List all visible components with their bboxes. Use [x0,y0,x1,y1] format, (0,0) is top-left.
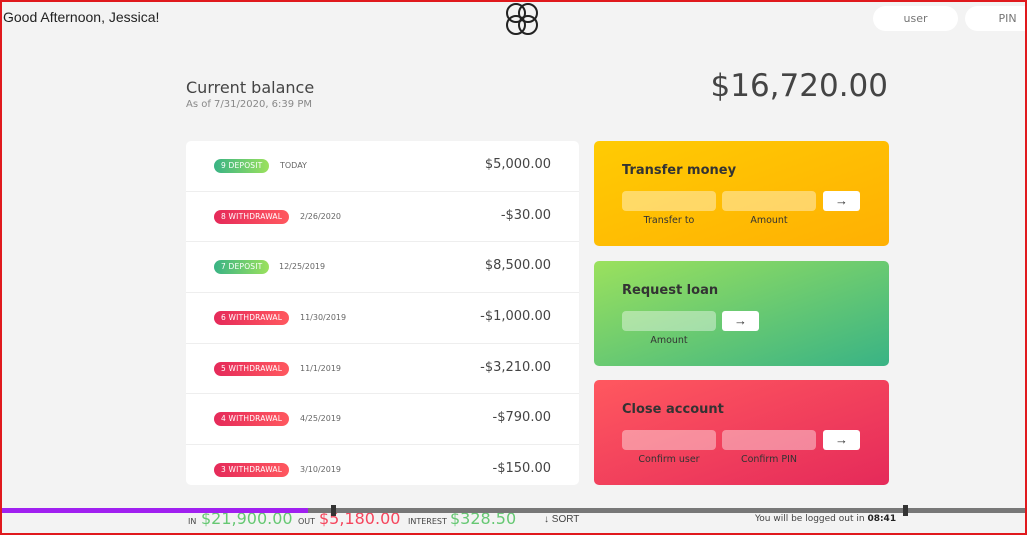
movement-row: 4 WITHDRAWAL 4/25/2019 -$790.00 [186,394,579,446]
balance-label: Current balance [186,78,315,97]
logout-timer-value: 08:41 [867,514,897,524]
summary-in-label: In [188,517,197,526]
movement-row: 5 WITHDRAWAL 11/1/2019 -$3,210.00 [186,344,579,395]
transfer-to-input[interactable] [622,191,716,211]
close-panel: Close account → Confirm user Confirm PIN [594,380,889,485]
movement-date: 2/26/2020 [300,211,342,221]
movement-type-badge: 3 WITHDRAWAL [214,463,290,478]
welcome-message: Good Afternoon, Jessica! [3,9,160,25]
transfer-amount-label: Amount [750,215,788,226]
movement-type-badge: 9 DEPOSIT [214,159,270,173]
movement-type-badge: 6 WITHDRAWAL [214,311,290,326]
login-pin-input[interactable] [965,6,1027,31]
balance-value: $16,720.00 [710,68,889,104]
movement-value: $8,500.00 [484,258,551,274]
loan-panel: Request loan → Amount [594,261,889,366]
movement-date: 3/10/2019 [300,465,342,475]
close-user-input[interactable] [622,430,716,450]
movement-row: 7 DEPOSIT 12/25/2019 $8,500.00 [186,242,579,294]
movement-date: TODAY [280,161,307,170]
transfer-submit-button[interactable]: → [823,191,860,211]
movement-row: 9 DEPOSIT TODAY $5,000.00 [186,141,579,192]
close-title: Close account [622,402,724,417]
movement-value: -$790.00 [492,410,551,426]
loan-amount-input[interactable] [622,311,716,331]
movements-list: 9 DEPOSIT TODAY $5,000.00 8 WITHDRAWAL 2… [186,141,579,485]
movement-type-badge: 7 DEPOSIT [214,260,270,275]
movement-row: 8 WITHDRAWAL 2/26/2020 -$30.00 [186,192,579,243]
video-chapter-marker [903,505,908,516]
movement-type-badge: 4 WITHDRAWAL [214,412,290,427]
arrow-right-icon: → [835,432,848,447]
close-submit-button[interactable]: → [823,430,860,450]
loan-title: Request loan [622,283,719,298]
movement-value: -$3,210.00 [480,359,551,375]
loan-amount-label: Amount [650,335,688,346]
close-pin-label: Confirm PIN [740,454,798,465]
movement-row: 6 WITHDRAWAL 11/30/2019 -$1,000.00 [186,293,579,344]
arrow-right-icon: → [835,193,848,208]
logo-icon [506,3,538,35]
sort-button[interactable]: ↓ SORT [544,514,579,525]
movement-value: -$30.00 [500,207,551,223]
movement-value: -$150.00 [492,461,551,477]
close-user-label: Confirm user [638,454,700,465]
login-user-input[interactable] [873,6,958,31]
movement-date: 4/25/2019 [300,414,342,424]
arrow-right-icon: → [734,313,747,328]
logout-timer: You will be logged out in 08:41 [755,514,896,524]
movement-value: $5,000.00 [484,157,551,172]
transfer-panel: Transfer money → Transfer to Amount [594,141,889,246]
close-pin-input[interactable] [722,430,816,450]
movement-date: 11/1/2019 [300,363,342,373]
logout-timer-text: You will be logged out in [755,514,865,524]
movement-type-badge: 8 WITHDRAWAL [214,209,290,224]
transfer-title: Transfer money [622,163,737,178]
movement-value: -$1,000.00 [480,309,551,325]
transfer-amount-input[interactable] [722,191,816,211]
movement-date: 12/25/2019 [279,262,326,272]
transfer-to-label: Transfer to [643,215,695,226]
movement-type-badge: 5 WITHDRAWAL [214,361,290,376]
movement-row: 3 WITHDRAWAL 3/10/2019 -$150.00 [186,445,579,485]
summary-interest-label: Interest [408,517,447,526]
video-progress-bar[interactable] [0,505,1027,516]
movement-date: 11/30/2019 [300,313,347,323]
video-chapter-marker [331,505,336,516]
summary-out-label: Out [298,517,316,526]
video-progress-fill [0,508,309,513]
balance-date: As of 7/31/2020, 6:39 PM [186,99,312,110]
loan-submit-button[interactable]: → [722,311,759,331]
